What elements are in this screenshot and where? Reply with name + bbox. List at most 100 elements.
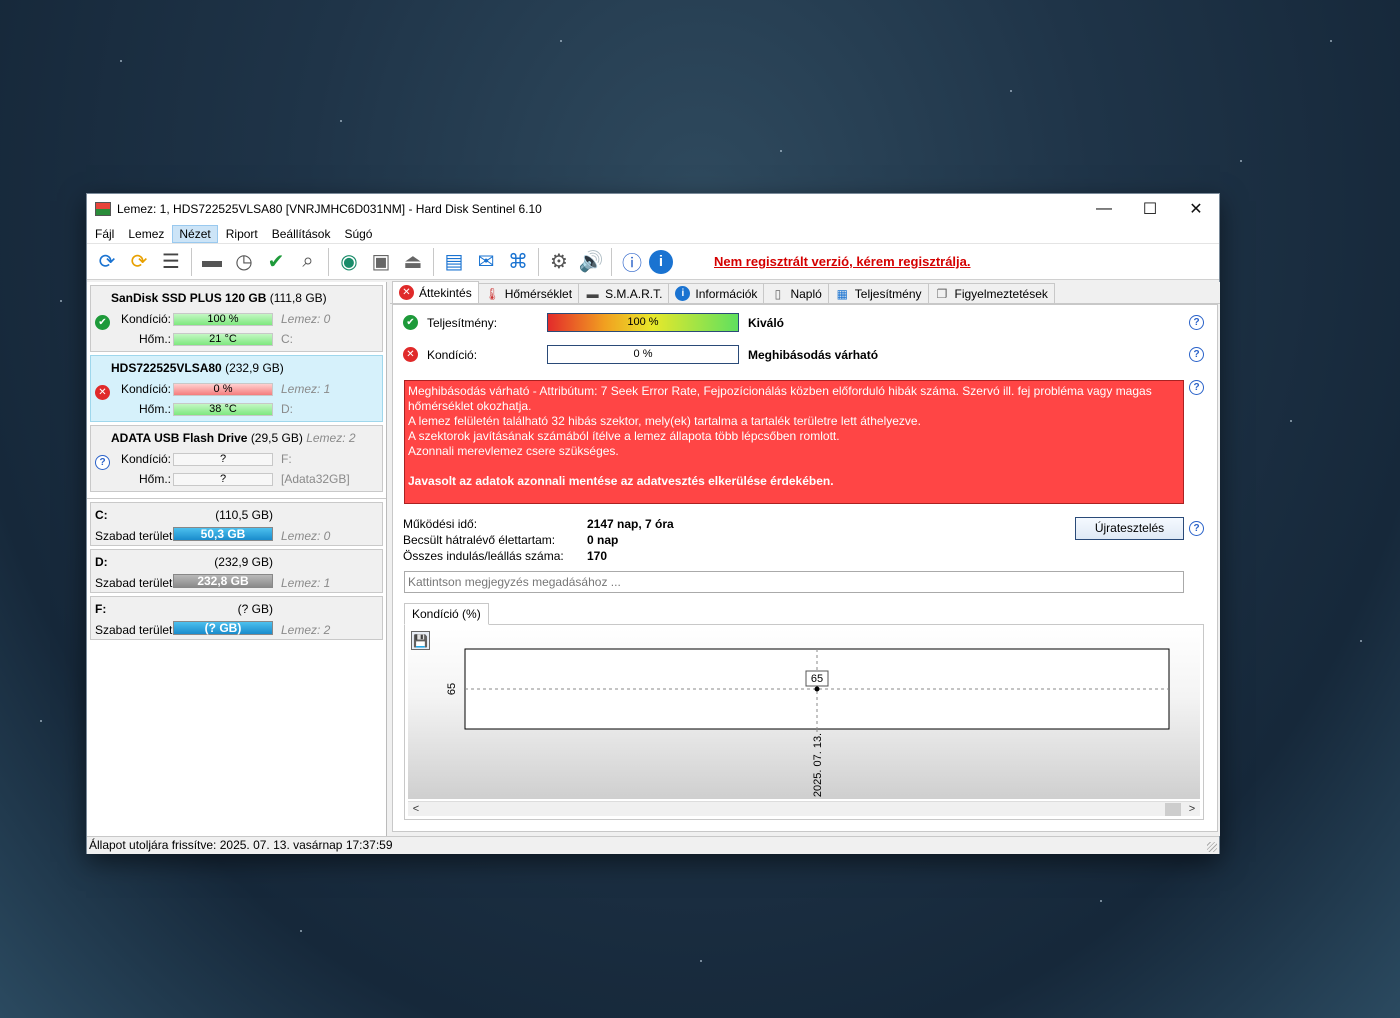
- disk-test-icon[interactable]: ▬: [197, 247, 227, 277]
- tab-performance[interactable]: ▦ Teljesítmény: [827, 283, 929, 303]
- tab-temperature[interactable]: 🌡 Hőmérséklet: [477, 283, 580, 303]
- menu-view[interactable]: Nézet: [172, 224, 218, 243]
- chart-scrollbar[interactable]: < >: [408, 801, 1200, 816]
- minimize-button[interactable]: —: [1081, 194, 1127, 224]
- temp-label: Hőm.:: [138, 402, 171, 416]
- menu-help[interactable]: Súgó: [338, 226, 378, 242]
- scroll-right-arrow-icon[interactable]: >: [1184, 802, 1200, 817]
- alert-recommendation: Javasolt az adatok azonnali mentése az a…: [408, 474, 834, 488]
- refresh-icon[interactable]: ⟳: [92, 247, 122, 277]
- help-icon[interactable]: ⓘ: [617, 247, 647, 277]
- performance-verdict: Kiváló: [748, 316, 785, 330]
- overview-content: ✔ Teljesítmény: 100 % Kiváló ? ✕ Kondíci…: [392, 304, 1218, 832]
- temp-label: Hőm.:: [138, 332, 171, 346]
- chart-area: 65 65 2025. 07. 13. 💾: [408, 628, 1200, 799]
- chart-svg: 65 65 2025. 07. 13.: [446, 648, 1170, 797]
- menu-settings[interactable]: Beállítások: [266, 226, 337, 242]
- disk-search-icon[interactable]: ⌕: [293, 247, 323, 277]
- tab-overview[interactable]: ✕ Áttekintés: [392, 281, 479, 303]
- disk-list-icon[interactable]: ☰: [156, 247, 186, 277]
- y-tick-label: 65: [446, 683, 458, 695]
- tab-alerts[interactable]: ❐ Figyelmeztetések: [927, 283, 1055, 303]
- disk-entry-2[interactable]: ADATA USB Flash Drive (29,5 GB) Lemez: 2…: [90, 425, 383, 492]
- health-label: Kondíció:: [120, 382, 171, 396]
- health-chart: 65 65 2025. 07. 13. 💾 < >: [404, 624, 1204, 820]
- disk-ref: F:: [281, 452, 292, 466]
- maximize-button[interactable]: ☐: [1127, 194, 1173, 224]
- disk-entry-0[interactable]: SanDisk SSD PLUS 120 GB (111,8 GB) ✔ Kon…: [90, 285, 383, 352]
- tab-information[interactable]: i Információk: [668, 283, 765, 303]
- disk-schedule-icon[interactable]: ◷: [229, 247, 259, 277]
- stat-label: Becsült hátralévő élettartam:: [403, 533, 556, 547]
- info-icon[interactable]: i: [649, 249, 673, 274]
- disk-list-panel: SanDisk SSD PLUS 120 GB (111,8 GB) ✔ Kon…: [87, 282, 387, 836]
- volume-letter: C:: [95, 508, 108, 522]
- mail-icon[interactable]: ✉: [471, 247, 501, 277]
- alert-line: Meghibásodás várható - Attribútum: 7 See…: [408, 384, 1152, 413]
- tab-log[interactable]: ▯ Napló: [763, 283, 829, 303]
- help-question-icon[interactable]: ?: [1189, 315, 1204, 330]
- network-icon[interactable]: ⌘: [503, 247, 533, 277]
- status-text: Állapot utoljára frissítve: 2025. 07. 13…: [89, 838, 393, 852]
- save-floppy-icon[interactable]: 💾: [411, 631, 430, 650]
- help-question-icon[interactable]: ?: [1189, 380, 1204, 395]
- alert-line: Azonnali merevlemez csere szükséges.: [408, 444, 619, 458]
- resize-grip[interactable]: [1207, 842, 1217, 852]
- help-question-icon[interactable]: ?: [1189, 521, 1204, 536]
- performance-bar: 100 %: [547, 313, 739, 332]
- temp-bar: 21 °C: [173, 333, 273, 346]
- volume-entry-f[interactable]: F: (? GB) Szabad terület (? GB) Lemez: 2: [90, 596, 383, 640]
- alert-line: A szektorok javításának számából ítélve …: [408, 429, 840, 443]
- drive-icon[interactable]: ▣: [366, 247, 396, 277]
- register-link[interactable]: Nem regisztrált verzió, kérem regisztrál…: [714, 254, 971, 269]
- health-bar: 0 %: [173, 383, 273, 396]
- health-row: ✕ Kondíció: 0 % Meghibásodás várható ?: [403, 345, 1213, 365]
- volume-ref: C:: [281, 332, 293, 346]
- tab-bar: ✕ Áttekintés 🌡 Hőmérséklet ▬ S.M.A.R.T. …: [390, 281, 1220, 304]
- settings-gear-icon[interactable]: ⚙: [544, 247, 574, 277]
- disk-size: (29,5 GB): [250, 431, 303, 445]
- status-bar: Állapot utoljára frissítve: 2025. 07. 13…: [87, 836, 1219, 854]
- disk-name: ADATA USB Flash Drive: [111, 431, 248, 445]
- stat-row: Becsült hátralévő élettartam: 0 nap: [403, 533, 803, 549]
- scroll-thumb[interactable]: [1165, 803, 1181, 816]
- disk-ref: Lemez: 2: [281, 623, 331, 637]
- speaker-icon[interactable]: 🔊: [576, 247, 606, 277]
- title-bar[interactable]: Lemez: 1, HDS722525VLSA80 [VNRJMHC6D031N…: [87, 194, 1219, 224]
- alerts-icon: ❐: [936, 286, 948, 301]
- volume-size: (110,5 GB): [215, 508, 273, 522]
- detail-panel: ✕ Áttekintés 🌡 Hőmérséklet ▬ S.M.A.R.T. …: [390, 281, 1220, 836]
- tab-smart[interactable]: ▬ S.M.A.R.T.: [578, 283, 670, 303]
- scroll-left-arrow-icon[interactable]: <: [408, 802, 424, 817]
- disk-ref: Lemez: 0: [281, 312, 331, 326]
- volume-ref: [Adata32GB]: [281, 472, 350, 486]
- tab-label: Figyelmeztetések: [954, 286, 1048, 301]
- menu-report[interactable]: Riport: [220, 226, 264, 242]
- tab-label: Hőmérséklet: [504, 286, 573, 301]
- volume-ref: D:: [281, 402, 293, 416]
- chart-tab-health[interactable]: Kondíció (%): [404, 603, 489, 625]
- retest-button[interactable]: Újratesztelés: [1075, 517, 1184, 540]
- health-label: Kondíció:: [120, 452, 171, 466]
- info-icon: i: [675, 286, 691, 301]
- menu-file[interactable]: Fájl: [89, 226, 120, 242]
- disk-size: (111,8 GB): [269, 291, 327, 305]
- drive-eject-icon[interactable]: ⏏: [398, 247, 428, 277]
- volume-entry-d[interactable]: D: (232,9 GB) Szabad terület 232,8 GB Le…: [90, 549, 383, 593]
- disk-ok-icon[interactable]: ✔: [261, 247, 291, 277]
- globe-icon[interactable]: ◉: [334, 247, 364, 277]
- volume-entry-c[interactable]: C: (110,5 GB) Szabad terület 50,3 GB Lem…: [90, 502, 383, 546]
- note-input[interactable]: Kattintson megjegyzés megadásához ...: [404, 571, 1184, 593]
- menu-disk[interactable]: Lemez: [122, 226, 170, 242]
- tab-label: Napló: [790, 286, 822, 301]
- health-bar: ?: [173, 453, 273, 466]
- performance-label: Teljesítmény:: [427, 316, 498, 330]
- refresh-all-icon[interactable]: ⟳: [124, 247, 154, 277]
- help-question-icon[interactable]: ?: [1189, 347, 1204, 362]
- data-point: [814, 686, 820, 692]
- close-button[interactable]: ✕: [1173, 194, 1219, 224]
- disk-entry-1[interactable]: HDS722525VLSA80 (232,9 GB) ✕ Kondíció: 0…: [90, 355, 383, 422]
- disk-ref: Lemez: 1: [281, 576, 331, 590]
- notepad-icon[interactable]: ▤: [439, 247, 469, 277]
- stat-row: Összes indulás/leállás száma: 170: [403, 549, 803, 565]
